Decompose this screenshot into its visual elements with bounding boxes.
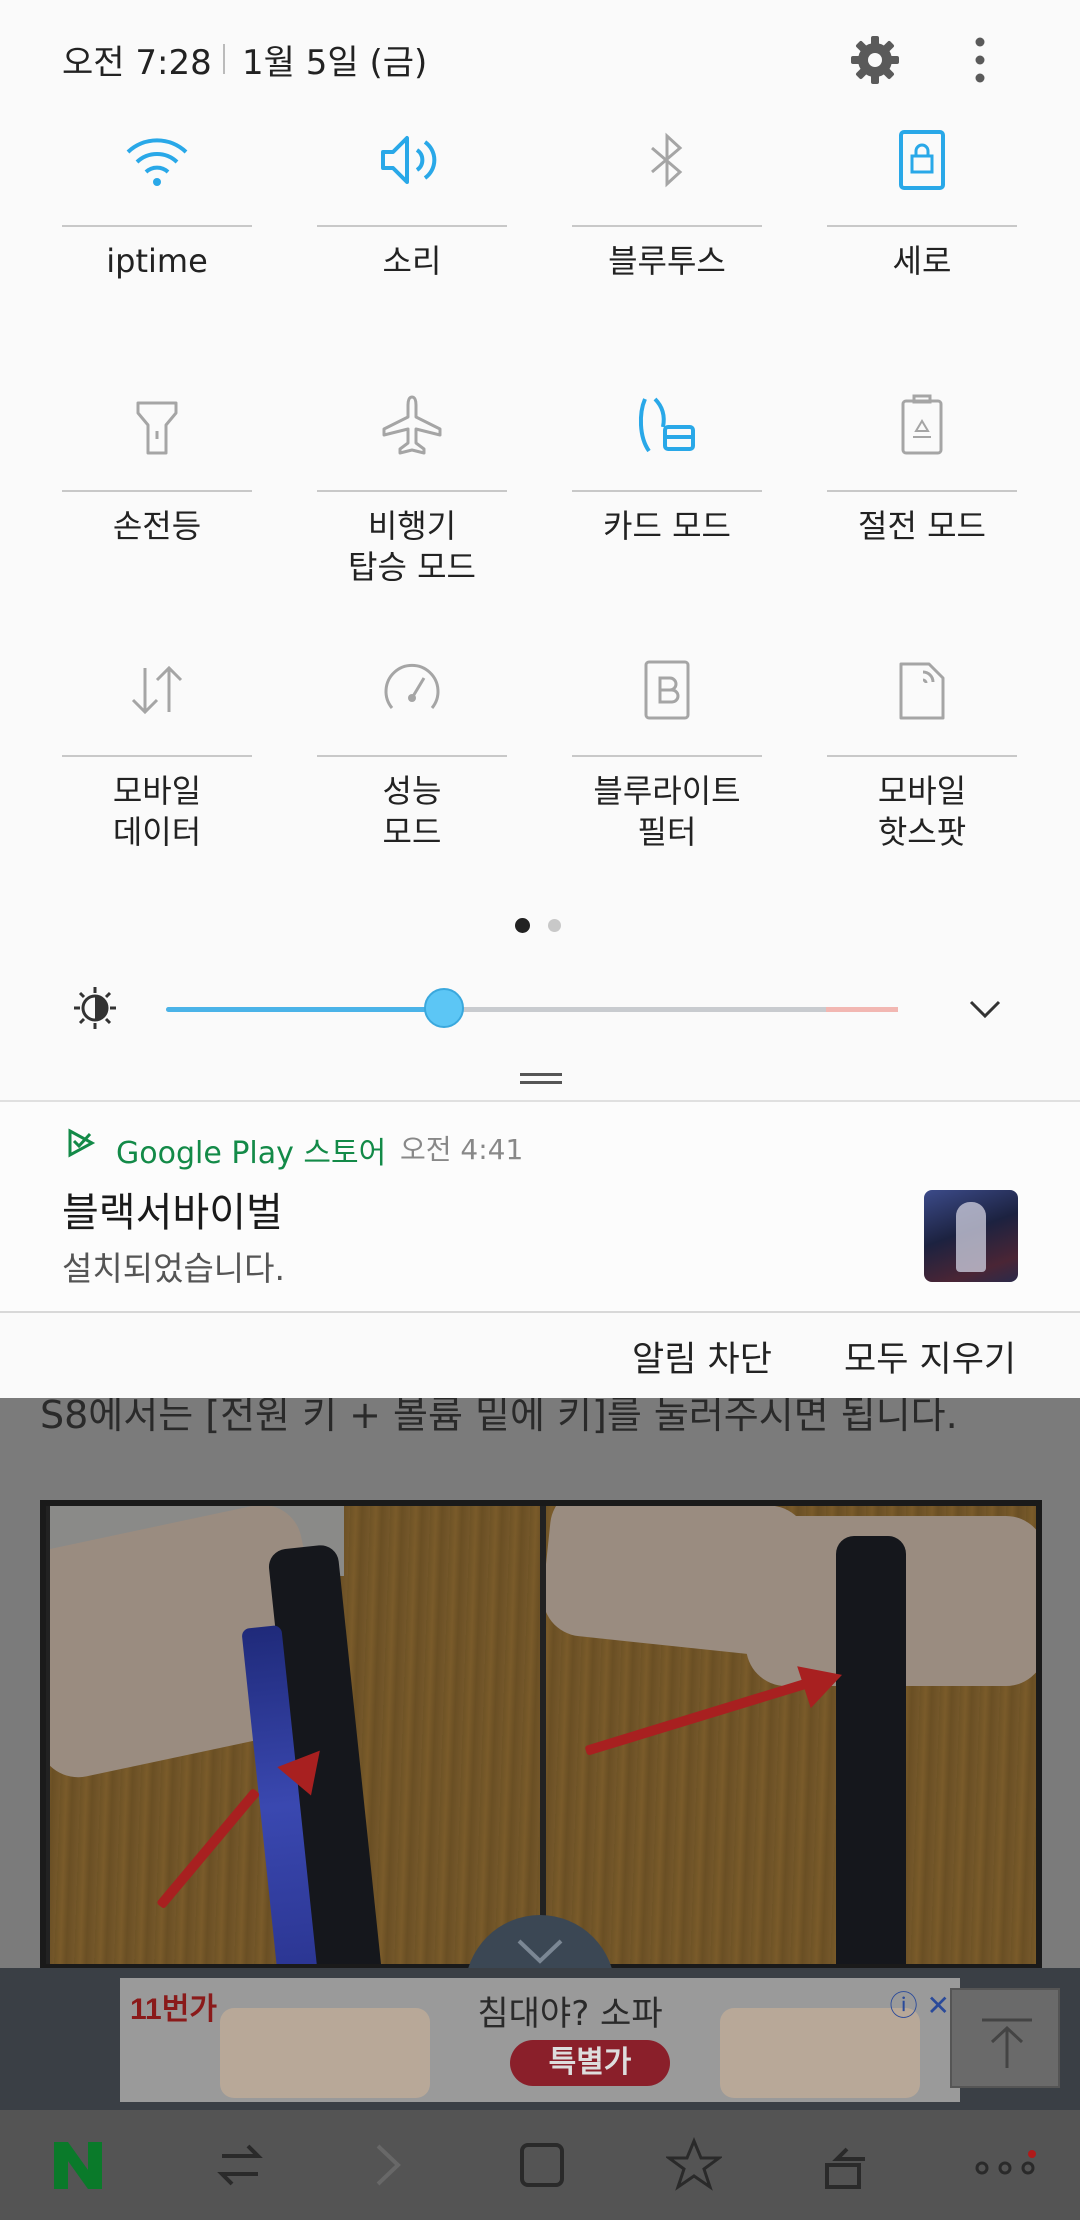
- notification-app-name: Google Play 스토어: [116, 1136, 387, 1171]
- gear-icon: [851, 36, 899, 84]
- tile-power-saving[interactable]: 절전 모드: [827, 360, 1017, 547]
- tile-label: 비행기 탑승 모드: [348, 507, 476, 586]
- tile-blue-light[interactable]: 블루라이트 필터: [572, 625, 762, 853]
- flashlight-icon: [136, 401, 178, 455]
- swap-icon[interactable]: [200, 2130, 280, 2200]
- forward-icon[interactable]: [348, 2130, 428, 2200]
- page-dot-active: [515, 918, 530, 933]
- tile-flashlight[interactable]: 손전등: [62, 360, 252, 547]
- volume-icon: [381, 136, 437, 184]
- more-dots-icon[interactable]: [965, 2130, 1045, 2200]
- notification-time: 오전 4:41: [400, 1133, 524, 1166]
- article-photo: [40, 1500, 1042, 1970]
- tile-portrait[interactable]: 세로: [827, 95, 1017, 282]
- performance-icon: [384, 663, 440, 709]
- notification-shade: 오전 7:28 1월 5일 (금) iptime 소리 블루투스 세로 손전등 …: [0, 0, 1080, 1398]
- browser-bottom-nav: [0, 2110, 1080, 2220]
- airplane-icon: [382, 395, 442, 455]
- notification-actions: 알림 차단 모두 지우기: [0, 1313, 1080, 1398]
- tile-wifi[interactable]: iptime: [62, 95, 252, 282]
- page-dot[interactable]: [548, 919, 561, 932]
- more-options-button[interactable]: [955, 30, 1005, 90]
- ad-info-icon[interactable]: ⓘ ✕: [890, 1984, 950, 2024]
- naver-n-icon[interactable]: [38, 2130, 118, 2200]
- block-notifications-button[interactable]: 알림 차단: [632, 1331, 772, 1382]
- clock: 오전 7:28: [62, 43, 212, 83]
- clear-all-button[interactable]: 모두 지우기: [844, 1331, 1016, 1382]
- notification-body: 설치되었습니다.: [62, 1249, 286, 1288]
- brightness-fill: [166, 1007, 445, 1012]
- tile-airplane[interactable]: 비행기 탑승 모드: [317, 360, 507, 588]
- bluetooth-icon: [651, 132, 683, 188]
- hotspot-icon: [899, 662, 945, 720]
- settings-button[interactable]: [845, 30, 905, 90]
- ad-brand: 11번가: [130, 1993, 217, 2026]
- drag-handle[interactable]: [520, 1073, 562, 1089]
- app-thumbnail: [924, 1190, 1018, 1282]
- blue-light-icon: [644, 660, 690, 720]
- tile-label: 모바일 핫스팟: [877, 772, 967, 851]
- tile-label: iptime: [106, 242, 208, 280]
- expand-brightness-button[interactable]: [965, 990, 1005, 1034]
- tile-label: 소리: [382, 242, 442, 280]
- tile-label: 성능 모드: [382, 772, 442, 851]
- tile-label: 블루투스: [608, 242, 726, 280]
- chevron-down-icon: [969, 1000, 1001, 1019]
- date: 1월 5일 (금): [242, 43, 428, 83]
- mobile-data-icon: [131, 665, 183, 715]
- brightness-warning-zone: [826, 1007, 898, 1012]
- more-vert-icon: [975, 37, 985, 83]
- tile-hotspot[interactable]: 모바일 핫스팟: [827, 625, 1017, 853]
- tile-mobile-data[interactable]: 모바일 데이터: [62, 625, 252, 853]
- ad-bar: 11번가 침대야? 소파야?! 특별가 ⓘ ✕: [0, 1968, 1080, 2110]
- portrait-lock-icon: [899, 130, 945, 190]
- share-icon[interactable]: [805, 2130, 885, 2200]
- tile-label: 손전등: [112, 507, 202, 545]
- star-icon[interactable]: [654, 2130, 734, 2200]
- tile-sound[interactable]: 소리: [317, 95, 507, 282]
- notification-card[interactable]: Google Play 스토어 오전 4:41 블랙서바이벌 설치되었습니다.: [0, 1100, 1080, 1313]
- tile-label: 블루라이트 필터: [593, 772, 741, 851]
- tabs-icon[interactable]: [502, 2130, 582, 2200]
- card-mode-icon: [638, 397, 695, 453]
- brightness-auto-icon[interactable]: [72, 985, 118, 1035]
- notification-title: 블랙서바이벌: [62, 1190, 283, 1236]
- arrow-up-icon: [982, 2018, 1032, 2068]
- tile-label: 카드 모드: [603, 507, 731, 545]
- brightness-thumb[interactable]: [424, 988, 465, 1028]
- divider: [223, 44, 225, 74]
- photo-panel-left: [50, 1506, 540, 1964]
- brightness-slider[interactable]: [166, 988, 898, 1028]
- tile-label: 세로: [892, 242, 952, 280]
- tile-bluetooth[interactable]: 블루투스: [572, 95, 762, 282]
- ad-banner[interactable]: 11번가 침대야? 소파야?! 특별가 ⓘ ✕: [120, 1978, 960, 2102]
- power-saving-icon: [901, 394, 943, 455]
- chevron-down-icon: [517, 1939, 563, 1964]
- ad-badge: 특별가: [510, 2040, 670, 2086]
- photo-panel-right: [546, 1506, 1036, 1964]
- tile-label: 모바일 데이터: [112, 772, 202, 851]
- play-store-icon: [66, 1128, 96, 1162]
- sofa-image: [220, 2008, 430, 2098]
- tile-card-mode[interactable]: 카드 모드: [572, 360, 762, 547]
- scroll-top-button[interactable]: [950, 1988, 1060, 2088]
- tile-label: 절전 모드: [858, 507, 986, 545]
- wifi-icon: [126, 138, 188, 186]
- tile-performance[interactable]: 성능 모드: [317, 625, 507, 853]
